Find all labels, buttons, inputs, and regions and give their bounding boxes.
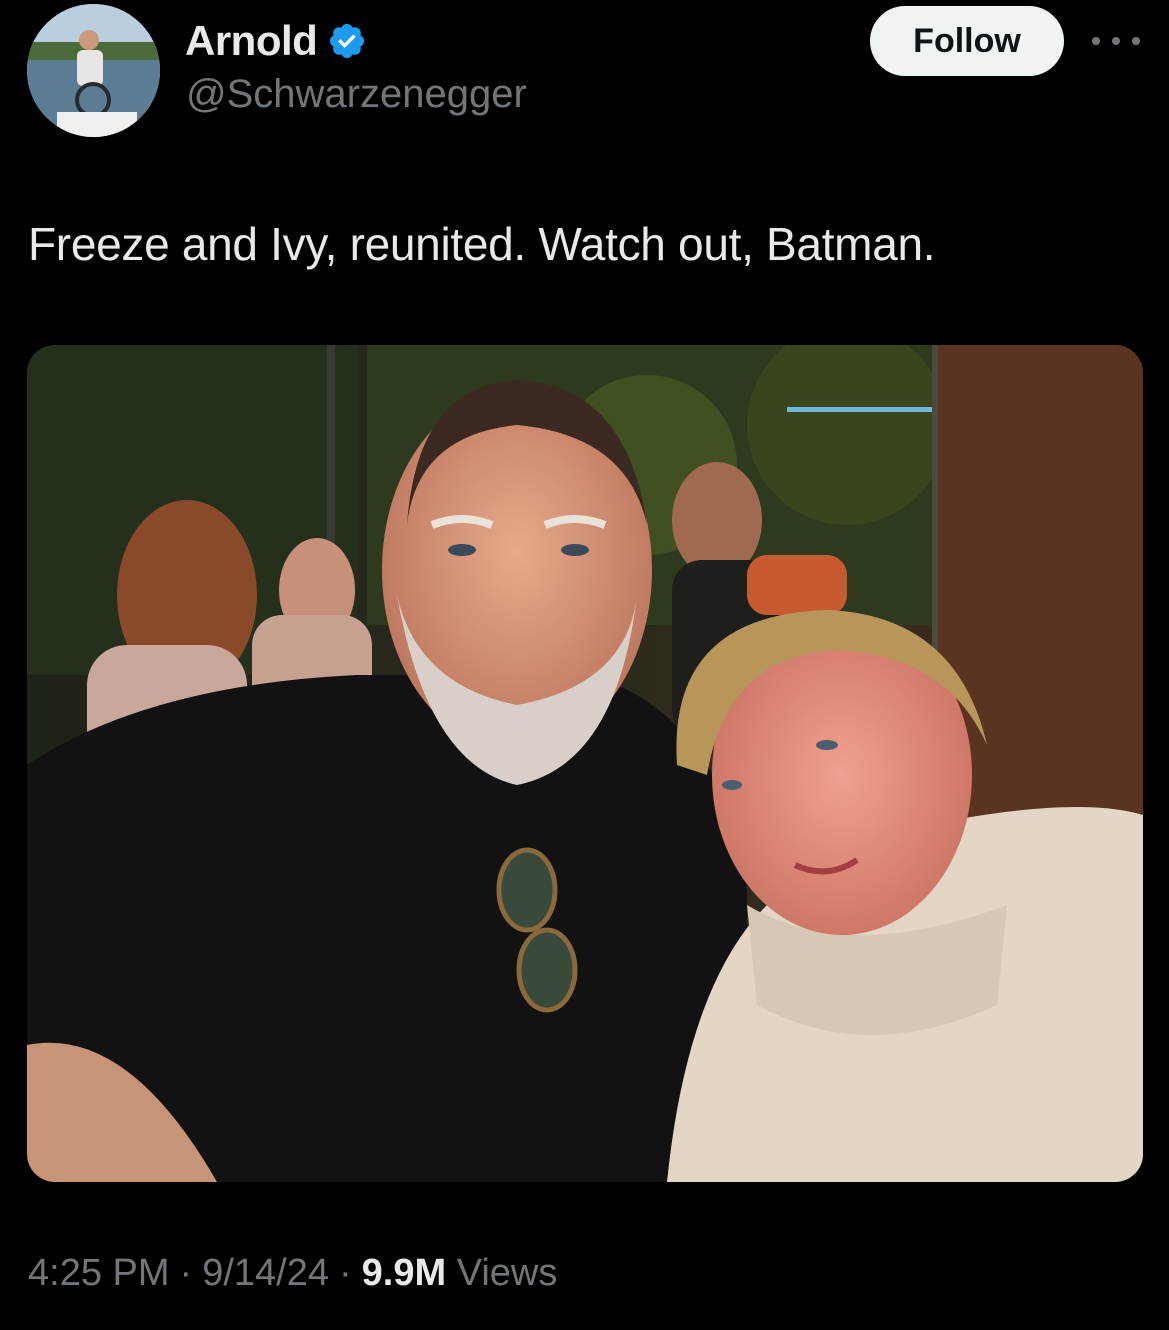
photo-image — [27, 345, 1143, 1182]
views-count[interactable]: 9.9M — [362, 1252, 446, 1294]
meta-separator: · — [179, 1252, 193, 1294]
tweet-time[interactable]: 4:25 PM — [28, 1252, 170, 1294]
verified-badge-icon — [330, 23, 365, 59]
avatar[interactable] — [27, 4, 160, 137]
tweet-date[interactable]: 9/14/24 — [202, 1252, 329, 1294]
author-name-row[interactable]: Arnold — [185, 16, 367, 66]
avatar-photo — [27, 4, 160, 137]
tweet-text: Freeze and Ivy, reunited. Watch out, Bat… — [28, 218, 936, 270]
author-handle[interactable]: @Schwarzenegger — [186, 72, 527, 117]
meta-separator: · — [338, 1252, 352, 1294]
more-options-icon[interactable] — [1092, 26, 1140, 56]
views-label: Views — [456, 1252, 558, 1294]
tweet-photo[interactable] — [27, 345, 1143, 1182]
tweet-card: Arnold @Schwarzenegger Follow Freeze and… — [0, 0, 1169, 1330]
author-display-name[interactable]: Arnold — [185, 17, 318, 65]
tweet-meta: 4:25 PM · 9/14/24 · 9.9M Views — [28, 1252, 557, 1295]
follow-button[interactable]: Follow — [870, 6, 1064, 76]
